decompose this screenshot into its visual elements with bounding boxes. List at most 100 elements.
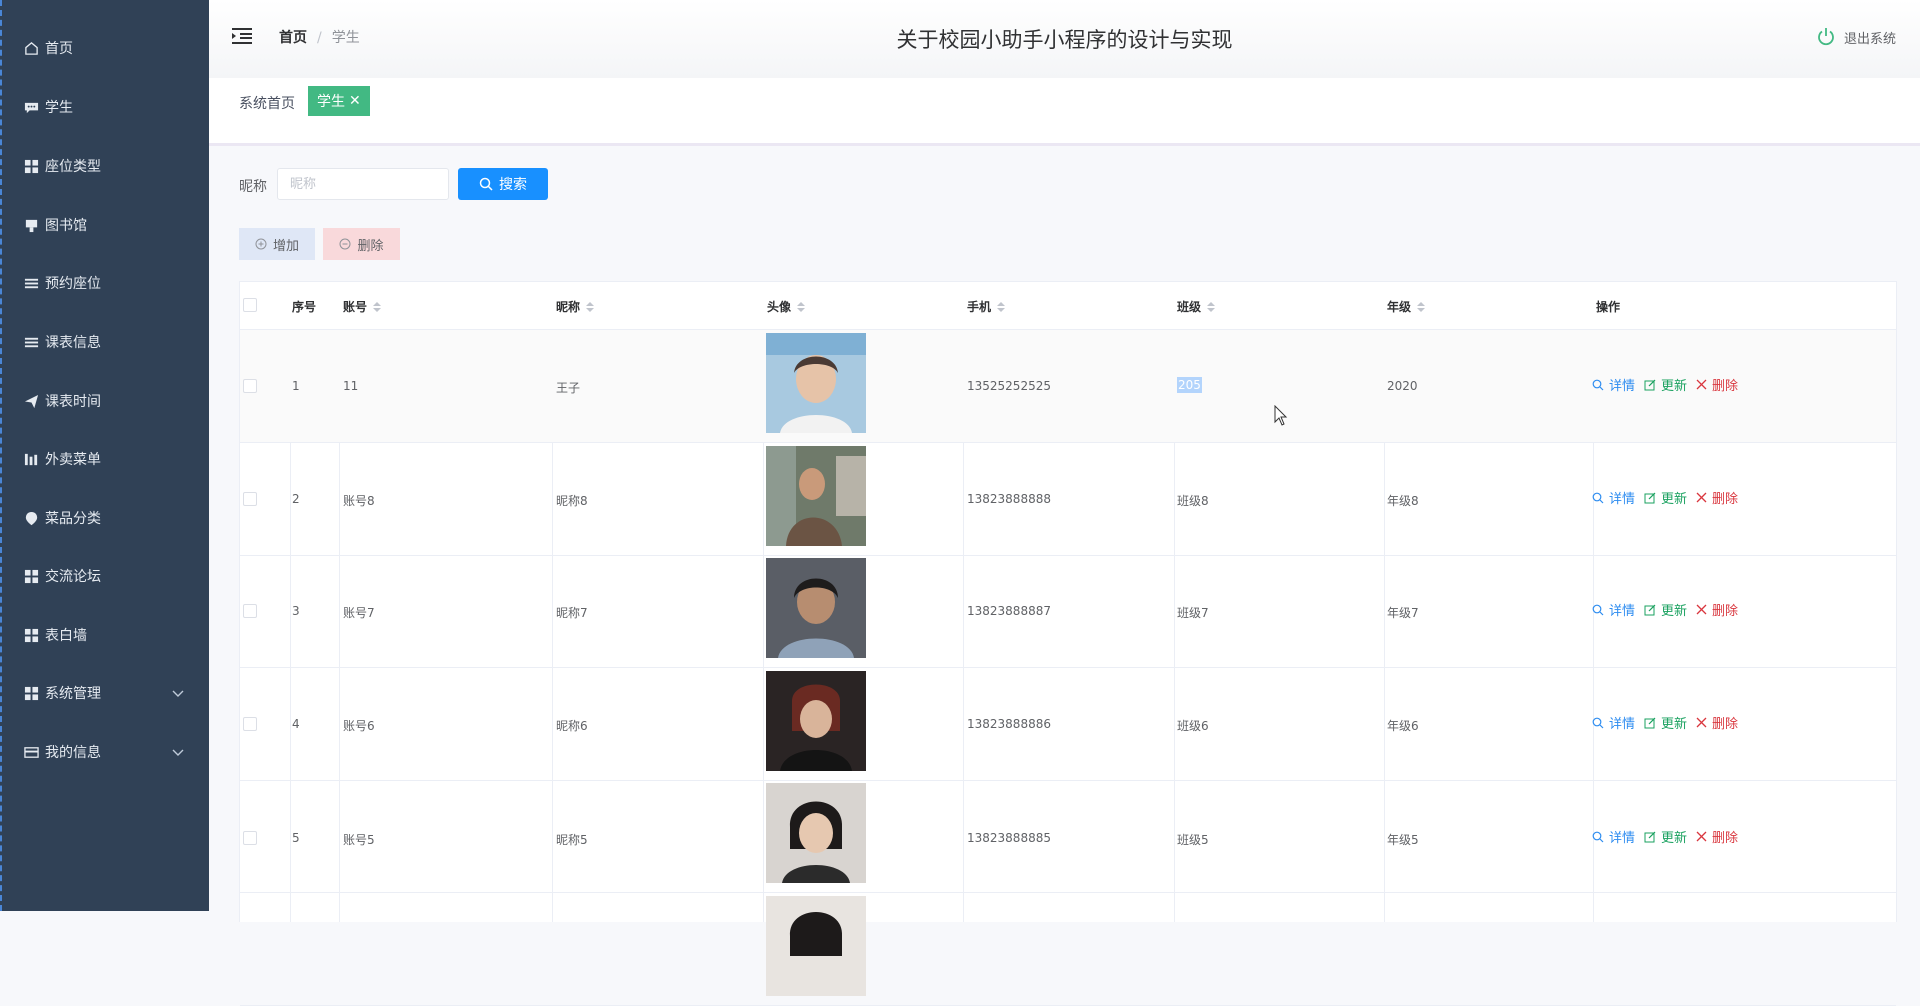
sidebar-item-label: 表白墙 — [45, 628, 87, 644]
sidebar-item-reserve-seat[interactable]: 预约座位 — [24, 268, 209, 298]
delete-label: 删除 — [1712, 379, 1739, 394]
add-button[interactable]: 增加 — [239, 228, 315, 260]
avatar-image[interactable] — [766, 896, 866, 996]
detail-button[interactable]: 详情 — [1592, 488, 1635, 507]
table-row: 5 账号5 昵称5 13823888885 班级5 年级5 详情 更新 删除 — [240, 780, 1896, 893]
sort-caret-icon[interactable] — [1417, 301, 1426, 312]
sidebar-item-seat-type[interactable]: 座位类型 — [24, 151, 209, 181]
update-button[interactable]: 更新 — [1644, 488, 1687, 507]
delete-button[interactable]: 删除 — [1696, 600, 1738, 619]
delete-button[interactable]: 删除 — [1696, 375, 1738, 394]
sidebar-item-schedule-time[interactable]: 课表时间 — [24, 386, 209, 416]
search-icon — [1592, 831, 1604, 842]
sidebar-item-label: 首页 — [45, 41, 73, 57]
batch-delete-button[interactable]: 删除 — [323, 228, 400, 260]
delete-label: 删除 — [1712, 717, 1739, 732]
cell-phone: 13823888887 — [967, 604, 1051, 618]
tag-system-home[interactable]: 系统首页 — [239, 93, 295, 113]
table-row — [240, 893, 1896, 1006]
grid-icon — [24, 159, 39, 174]
detail-button[interactable]: 详情 — [1592, 827, 1635, 846]
column-header-nickname[interactable]: 昵称 — [556, 298, 595, 315]
grid-icon — [24, 569, 39, 584]
close-icon[interactable]: ✕ — [349, 93, 361, 109]
search-nickname-label: 昵称 — [239, 179, 267, 195]
logout-button[interactable]: 退出系统 — [1816, 27, 1896, 47]
search-button-label: 搜索 — [499, 177, 527, 193]
table-row: 1 11 王子 13525252525 205 2020 详情 更新 删除 — [240, 330, 1896, 443]
sidebar-item-student[interactable]: 学生 — [24, 92, 209, 122]
sort-caret-icon[interactable] — [997, 301, 1006, 312]
search-nickname-input[interactable] — [277, 168, 449, 200]
avatar-image[interactable] — [766, 558, 866, 658]
column-header-class[interactable]: 班级 — [1177, 298, 1216, 315]
row-checkbox[interactable] — [243, 831, 257, 845]
cell-index: 3 — [292, 604, 300, 618]
sidebar: 首页 学生 座位类型 图书馆 预约座位 课表信息 课表时间 外卖菜单 菜品分类 … — [0, 0, 209, 911]
avatar-image[interactable] — [766, 446, 866, 546]
cell-nickname: 昵称7 — [556, 606, 588, 620]
column-title: 操作 — [1596, 300, 1621, 314]
column-title: 头像 — [767, 300, 792, 314]
row-actions: 详情 更新 删除 — [1592, 600, 1747, 619]
row-checkbox[interactable] — [243, 379, 257, 393]
list-icon — [24, 276, 39, 291]
sort-caret-icon[interactable] — [373, 301, 382, 312]
detail-button[interactable]: 详情 — [1592, 375, 1635, 394]
edit-icon — [1644, 492, 1656, 503]
cell-index: 2 — [292, 492, 300, 506]
chevron-down-icon — [172, 690, 184, 697]
delete-button-label: 删除 — [357, 238, 384, 254]
table-row: 3 账号7 昵称7 13823888887 班级7 年级7 详情 更新 删除 — [240, 555, 1896, 668]
tag-student-active[interactable]: 学生 ✕ — [308, 86, 370, 116]
select-all-checkbox[interactable] — [243, 298, 257, 312]
row-checkbox[interactable] — [243, 492, 257, 506]
edit-icon — [1644, 379, 1656, 390]
sort-caret-icon[interactable] — [1207, 301, 1216, 312]
search-button[interactable]: 搜索 — [458, 168, 548, 200]
cell-account: 11 — [343, 379, 359, 393]
sidebar-item-dish-category[interactable]: 菜品分类 — [24, 503, 209, 533]
avatar-image[interactable] — [766, 333, 866, 433]
sidebar-item-takeout-menu[interactable]: 外卖菜单 — [24, 444, 209, 474]
update-button[interactable]: 更新 — [1644, 375, 1687, 394]
close-icon — [1696, 831, 1707, 842]
sidebar-item-home[interactable]: 首页 — [24, 33, 209, 63]
avatar-image[interactable] — [766, 783, 866, 883]
sort-caret-icon[interactable] — [797, 301, 806, 312]
update-button[interactable]: 更新 — [1644, 827, 1687, 846]
column-header-avatar[interactable]: 头像 — [767, 298, 806, 315]
sidebar-item-schedule-info[interactable]: 课表信息 — [24, 327, 209, 357]
mouse-cursor-icon — [1274, 405, 1288, 426]
edit-icon — [1644, 717, 1656, 728]
update-button[interactable]: 更新 — [1644, 713, 1687, 732]
plus-circle-icon — [255, 238, 267, 250]
delete-button[interactable]: 删除 — [1696, 713, 1738, 732]
search-icon — [1592, 717, 1604, 728]
row-checkbox[interactable] — [243, 717, 257, 731]
column-header-grade[interactable]: 年级 — [1387, 298, 1426, 315]
sidebar-item-library[interactable]: 图书馆 — [24, 210, 209, 240]
delete-button[interactable]: 删除 — [1696, 827, 1738, 846]
cell-phone: 13525252525 — [967, 379, 1051, 393]
sidebar-item-forum[interactable]: 交流论坛 — [24, 561, 209, 591]
close-icon — [1696, 379, 1707, 390]
column-header-actions: 操作 — [1596, 298, 1620, 315]
delete-button[interactable]: 删除 — [1696, 488, 1738, 507]
sidebar-item-confession-wall[interactable]: 表白墙 — [24, 620, 209, 650]
detail-button[interactable]: 详情 — [1592, 600, 1635, 619]
row-checkbox[interactable] — [243, 604, 257, 618]
sidebar-item-system-management[interactable]: 系统管理 — [24, 678, 209, 708]
column-header-phone[interactable]: 手机 — [967, 298, 1006, 315]
delete-label: 删除 — [1712, 604, 1739, 619]
grid-icon — [24, 628, 39, 643]
sort-caret-icon[interactable] — [586, 301, 595, 312]
sidebar-item-my-info[interactable]: 我的信息 — [24, 737, 209, 767]
update-button[interactable]: 更新 — [1644, 600, 1687, 619]
detail-button[interactable]: 详情 — [1592, 713, 1635, 732]
column-header-account[interactable]: 账号 — [343, 298, 382, 315]
update-label: 更新 — [1661, 492, 1688, 507]
column-title: 账号 — [343, 300, 368, 314]
sidebar-item-label: 预约座位 — [45, 276, 101, 292]
avatar-image[interactable] — [766, 671, 866, 771]
